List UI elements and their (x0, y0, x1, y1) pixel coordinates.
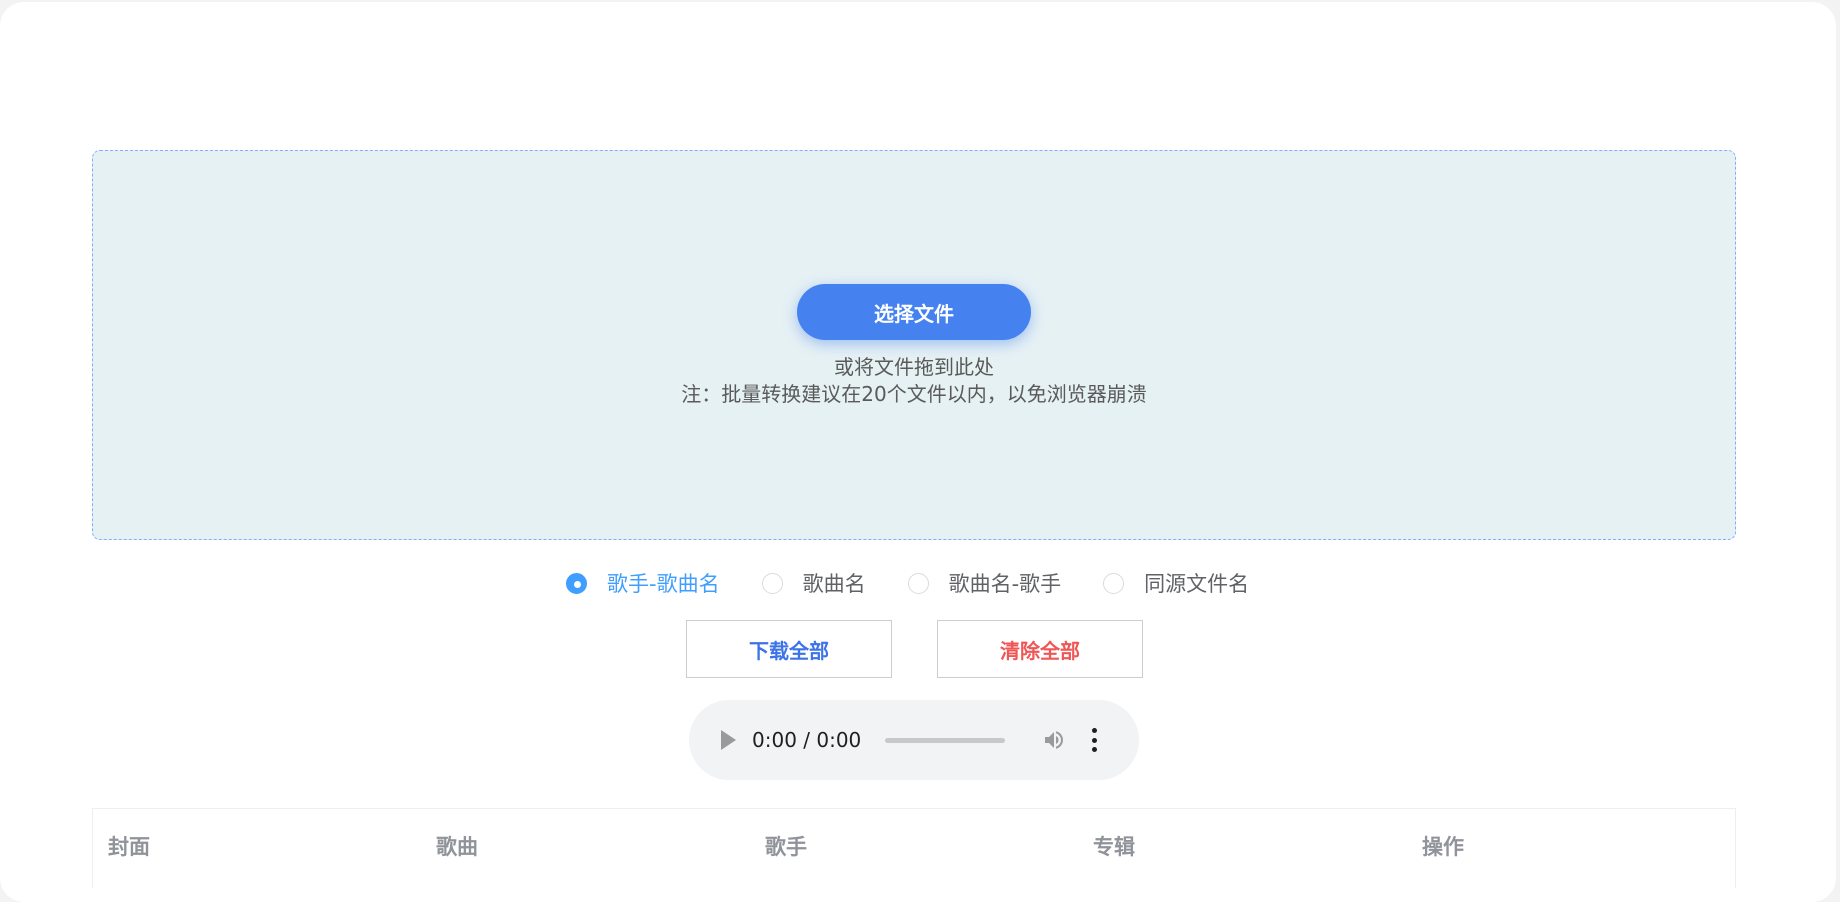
drop-hint: 或将文件拖到此处 注：批量转换建议在20个文件以内，以免浏览器崩溃 (600, 354, 1228, 408)
play-icon[interactable] (721, 730, 736, 750)
batch-note-text: 注：批量转换建议在20个文件以内，以免浏览器崩溃 (681, 382, 1147, 406)
audio-time: 0:00 / 0:00 (752, 728, 862, 752)
radio-checked-icon (566, 572, 587, 594)
radio-unchecked-icon (907, 572, 929, 594)
column-header-album: 专辑 (1093, 835, 1135, 859)
clear-all-button[interactable]: 清除全部 (937, 620, 1143, 678)
column-header-actions: 操作 (1422, 835, 1464, 859)
audio-progress-slider[interactable] (885, 737, 1006, 743)
download-all-button[interactable]: 下载全部 (686, 620, 892, 678)
radio-label: 歌手-歌曲名 (607, 572, 720, 596)
column-header-cover: 封面 (108, 835, 150, 859)
audio-player: 0:00 / 0:00 (689, 700, 1139, 780)
choose-file-button[interactable]: 选择文件 (797, 284, 1031, 340)
radio-song-artist[interactable]: 歌曲名-歌手 (907, 568, 1062, 598)
drag-hint-text: 或将文件拖到此处 (834, 355, 994, 379)
more-options-icon[interactable] (1091, 728, 1097, 752)
radio-label: 歌曲名 (802, 572, 866, 596)
radio-song[interactable]: 歌曲名 (761, 568, 866, 598)
column-header-song: 歌曲 (436, 835, 478, 859)
volume-icon[interactable] (1041, 728, 1067, 752)
radio-label: 同源文件名 (1144, 572, 1250, 596)
radio-artist-song[interactable]: 歌手-歌曲名 (566, 568, 720, 598)
radio-unchecked-icon (1103, 572, 1125, 594)
column-header-artist: 歌手 (765, 835, 807, 859)
radio-label: 歌曲名-歌手 (948, 572, 1062, 596)
file-drop-zone[interactable] (92, 150, 1736, 540)
radio-source-filename[interactable]: 同源文件名 (1103, 568, 1249, 598)
song-table-header: 封面 歌曲 歌手 专辑 操作 (92, 808, 1736, 888)
radio-unchecked-icon (761, 572, 783, 594)
naming-format-radio-group: 歌手-歌曲名 歌曲名 歌曲名-歌手 同源文件名 (566, 568, 1291, 598)
